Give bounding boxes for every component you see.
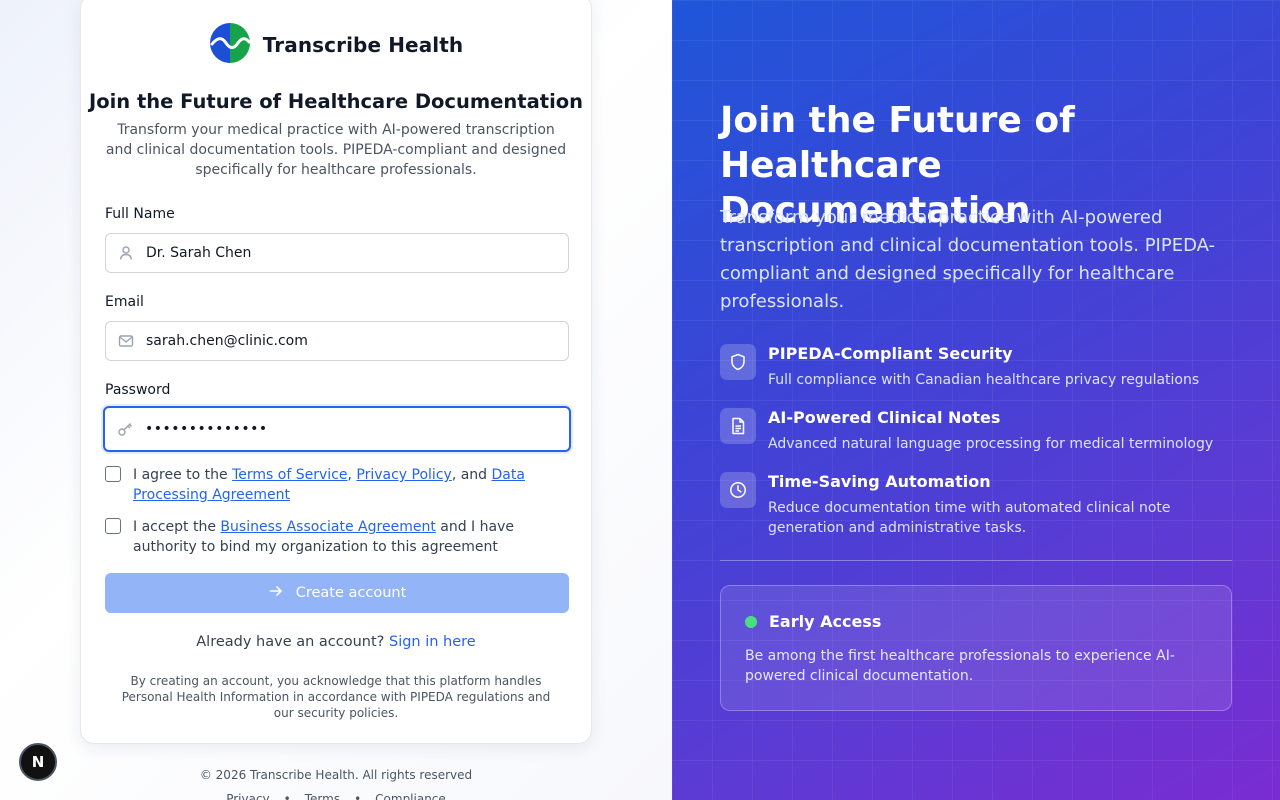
early-access-title: Early Access — [769, 612, 882, 631]
password-field[interactable]: •••••••••••••• — [103, 406, 571, 452]
feature-desc: Advanced natural language processing for… — [768, 436, 1214, 452]
footer-link-compliance[interactable]: Compliance — [375, 792, 446, 800]
create-account-button[interactable]: Create account — [105, 573, 569, 613]
footer-link-terms[interactable]: Terms — [305, 792, 340, 800]
baa-checkbox[interactable] — [105, 518, 121, 534]
document-icon — [720, 408, 756, 444]
business-associate-agreement-link[interactable]: Business Associate Agreement — [220, 519, 435, 535]
footer-separator: • — [283, 792, 291, 800]
full-name-value: Dr. Sarah Chen — [146, 245, 252, 261]
feature-title: AI-Powered Clinical Notes — [768, 408, 1001, 427]
baa-agreement: I accept the Business Associate Agreemen… — [105, 517, 575, 557]
early-access-card: Early Access Be among the first healthca… — [720, 585, 1232, 711]
form-title: Join the Future of Healthcare Documentat… — [88, 90, 584, 113]
form-subtitle: Transform your medical practice with AI-… — [105, 122, 567, 178]
key-icon — [105, 421, 145, 437]
terms-checkbox[interactable] — [105, 466, 121, 482]
email-label: Email — [105, 294, 144, 310]
terms-text: I agree to the Terms of Service, Privacy… — [133, 465, 575, 505]
arrow-right-icon — [268, 583, 284, 603]
hero-panel: Join the Future of Healthcare Documentat… — [672, 0, 1280, 800]
logo-icon — [209, 22, 251, 68]
clock-icon — [720, 472, 756, 508]
feature-title: Time-Saving Automation — [768, 472, 991, 491]
terms-sep2: , and — [451, 467, 492, 483]
password-label: Password — [105, 382, 171, 398]
feature-desc: Full compliance with Canadian healthcare… — [768, 372, 1200, 388]
signup-panel: Transcribe Health Join the Future of Hea… — [0, 0, 672, 800]
feature-item: PIPEDA-Compliant Security Full complianc… — [720, 344, 1240, 390]
footer-separator: • — [354, 792, 362, 800]
full-name-field[interactable]: Dr. Sarah Chen — [105, 233, 569, 273]
signin-prompt: Already have an account? — [196, 634, 385, 650]
privacy-policy-link[interactable]: Privacy Policy — [356, 467, 451, 483]
feature-desc: Reduce documentation time with automated… — [768, 500, 1171, 536]
feature-body: Time-Saving Automation Reduce documentat… — [768, 472, 1240, 538]
footer-links: Privacy • Terms • Compliance — [80, 792, 592, 800]
early-access-desc: Be among the first healthcare profession… — [745, 648, 1175, 684]
user-icon — [106, 245, 146, 261]
password-value: •••••••••••••• — [145, 421, 268, 437]
feature-item: Time-Saving Automation Reduce documentat… — [720, 472, 1240, 538]
terms-of-service-link[interactable]: Terms of Service — [232, 467, 347, 483]
brand-name: Transcribe Health — [262, 33, 464, 57]
create-account-label: Create account — [295, 585, 407, 601]
email-field[interactable]: sarah.chen@clinic.com — [105, 321, 569, 361]
terms-agreement: I agree to the Terms of Service, Privacy… — [105, 465, 575, 505]
terms-prefix: I agree to the — [133, 467, 233, 483]
baa-text: I accept the Business Associate Agreemen… — [133, 517, 575, 557]
feature-title: PIPEDA-Compliant Security — [768, 344, 1013, 363]
copyright: © 2026 Transcribe Health. All rights res… — [199, 768, 473, 782]
mail-icon — [106, 333, 146, 349]
feature-body: AI-Powered Clinical Notes Advanced natur… — [768, 408, 1213, 454]
feature-item: AI-Powered Clinical Notes Advanced natur… — [720, 408, 1240, 454]
hero-subtitle: Transform your medical practice with AI-… — [720, 207, 1216, 312]
phi-disclaimer: By creating an account, you acknowledge … — [121, 674, 551, 720]
brand-header: Transcribe Health — [81, 23, 591, 67]
divider — [720, 560, 1232, 561]
full-name-label: Full Name — [105, 206, 175, 222]
signin-link[interactable]: Sign in here — [389, 634, 476, 650]
early-access-header: Early Access — [745, 612, 881, 631]
baa-prefix: I accept the — [133, 519, 221, 535]
signin-row: Already have an account? Sign in here — [81, 634, 591, 650]
dev-tools-badge[interactable]: N — [19, 743, 57, 781]
feature-body: PIPEDA-Compliant Security Full complianc… — [768, 344, 1199, 390]
status-dot — [745, 615, 757, 628]
shield-icon — [720, 344, 756, 380]
email-value: sarah.chen@clinic.com — [146, 333, 308, 349]
footer-link-privacy[interactable]: Privacy — [226, 792, 269, 800]
signup-card: Transcribe Health Join the Future of Hea… — [80, 0, 592, 744]
